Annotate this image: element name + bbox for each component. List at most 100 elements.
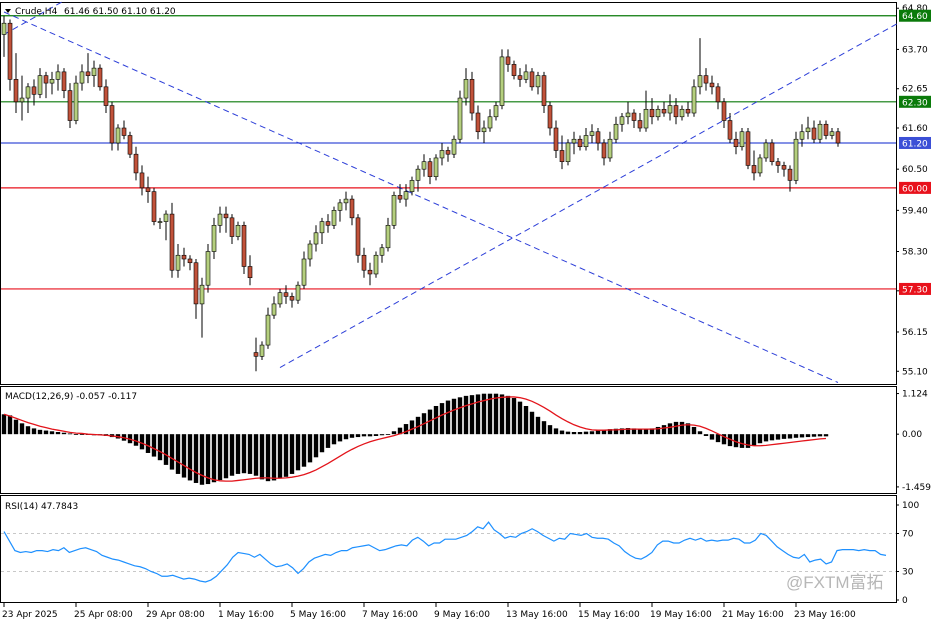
candle-body [391, 195, 397, 226]
candle-body [379, 247, 385, 256]
macd-bar [463, 395, 469, 435]
macd-bar [457, 397, 463, 435]
candle-body [697, 75, 703, 88]
candle-body [499, 56, 505, 106]
macd-bar [823, 434, 829, 437]
candle-body [517, 75, 523, 80]
macd-bar [187, 434, 193, 481]
candle-body [115, 127, 121, 144]
price-tick-label: 59.40 [902, 206, 928, 216]
candle-body [469, 79, 475, 114]
candle-body [325, 221, 331, 226]
macd-bar [43, 430, 49, 435]
macd-bar [361, 434, 367, 437]
macd-bar [535, 416, 541, 435]
trading-chart[interactable]: 64.8063.7062.6561.6060.5059.4058.3057.25… [0, 0, 936, 624]
candle-body [169, 213, 175, 271]
candle-body [409, 180, 415, 192]
macd-bar [517, 401, 523, 435]
candle-body [457, 97, 463, 140]
macd-bar [451, 398, 457, 435]
candle [241, 221, 247, 274]
candle-body [127, 135, 133, 155]
macd-bar [145, 434, 151, 453]
candle-body [145, 187, 151, 192]
macd-bar [223, 434, 229, 479]
rsi-tick-label: 100 [902, 501, 919, 511]
candle [97, 64, 103, 91]
macd-bar [529, 411, 535, 435]
macd-bar [283, 434, 289, 477]
candle [373, 251, 379, 278]
price-header: Crude,H4 61.46 61.50 61.10 61.20 [5, 7, 176, 17]
candle-body [577, 138, 583, 148]
macd-bar [589, 431, 595, 435]
candle-body [361, 254, 367, 271]
candle-body [571, 138, 577, 144]
macd-bar [409, 420, 415, 435]
candle-body [733, 138, 739, 148]
macd-bar [241, 434, 247, 474]
candle-body [487, 116, 493, 129]
macd-bar [667, 423, 673, 435]
macd-bar [175, 434, 181, 474]
macd-bar [295, 434, 301, 471]
macd-bar [577, 432, 583, 435]
candle-body [265, 314, 271, 346]
macd-bar [163, 434, 169, 465]
macd-bar [793, 434, 799, 438]
macd-bar [7, 415, 13, 435]
time-tick-label: 7 May 16:00 [362, 610, 418, 620]
candle-body [805, 127, 811, 133]
candle [433, 154, 439, 181]
macd-bar [367, 434, 373, 437]
candle-body [763, 142, 769, 159]
candle-body [421, 161, 427, 170]
candle-body [793, 138, 799, 181]
macd-bar [595, 430, 601, 435]
rsi-pane[interactable] [0, 495, 897, 603]
candle-body [511, 64, 517, 76]
price-tick-label: 62.65 [902, 85, 928, 95]
price-tag-label: 61.20 [902, 139, 928, 149]
time-tick-label: 13 May 16:00 [506, 610, 568, 620]
candle-body [397, 195, 403, 200]
macd-bar [157, 434, 163, 461]
macd-bar [199, 434, 205, 485]
macd-bar [169, 434, 175, 470]
macd-bar [679, 421, 685, 435]
candle-body [583, 135, 589, 148]
price-tick-label: 63.70 [902, 45, 928, 55]
macd-bar [235, 434, 241, 474]
candle-body [235, 225, 241, 237]
macd-bar [307, 434, 313, 463]
price-tick-label: 58.30 [902, 248, 928, 258]
macd-bar [25, 426, 31, 435]
macd-bar [571, 432, 577, 435]
macd-bar [763, 434, 769, 442]
time-tick-label: 15 May 16:00 [578, 610, 640, 620]
candle-body [601, 142, 607, 159]
candle-body [727, 120, 733, 140]
candle-body [673, 105, 679, 118]
macd-bar [553, 428, 559, 435]
candle [469, 71, 475, 121]
candle-body [247, 266, 253, 279]
candle-body [589, 131, 595, 136]
candle-body [373, 254, 379, 275]
candle-body [637, 120, 643, 129]
candle-body [385, 225, 391, 249]
macd-header: MACD(12,26,9) -0.057 -0.117 [5, 392, 137, 402]
candle [499, 49, 505, 110]
time-tick-label: 1 May 16:00 [218, 610, 274, 620]
candle [391, 191, 397, 230]
price-tag-label: 62.30 [902, 98, 928, 108]
candle-body [61, 71, 67, 91]
candle-body [643, 108, 649, 129]
candle-body [445, 150, 451, 155]
time-tick-label: 25 Apr 08:00 [74, 610, 133, 620]
price-pane[interactable] [0, 2, 897, 385]
macd-bar [151, 434, 157, 457]
macd-bar [559, 430, 565, 435]
macd-bar [391, 431, 397, 435]
